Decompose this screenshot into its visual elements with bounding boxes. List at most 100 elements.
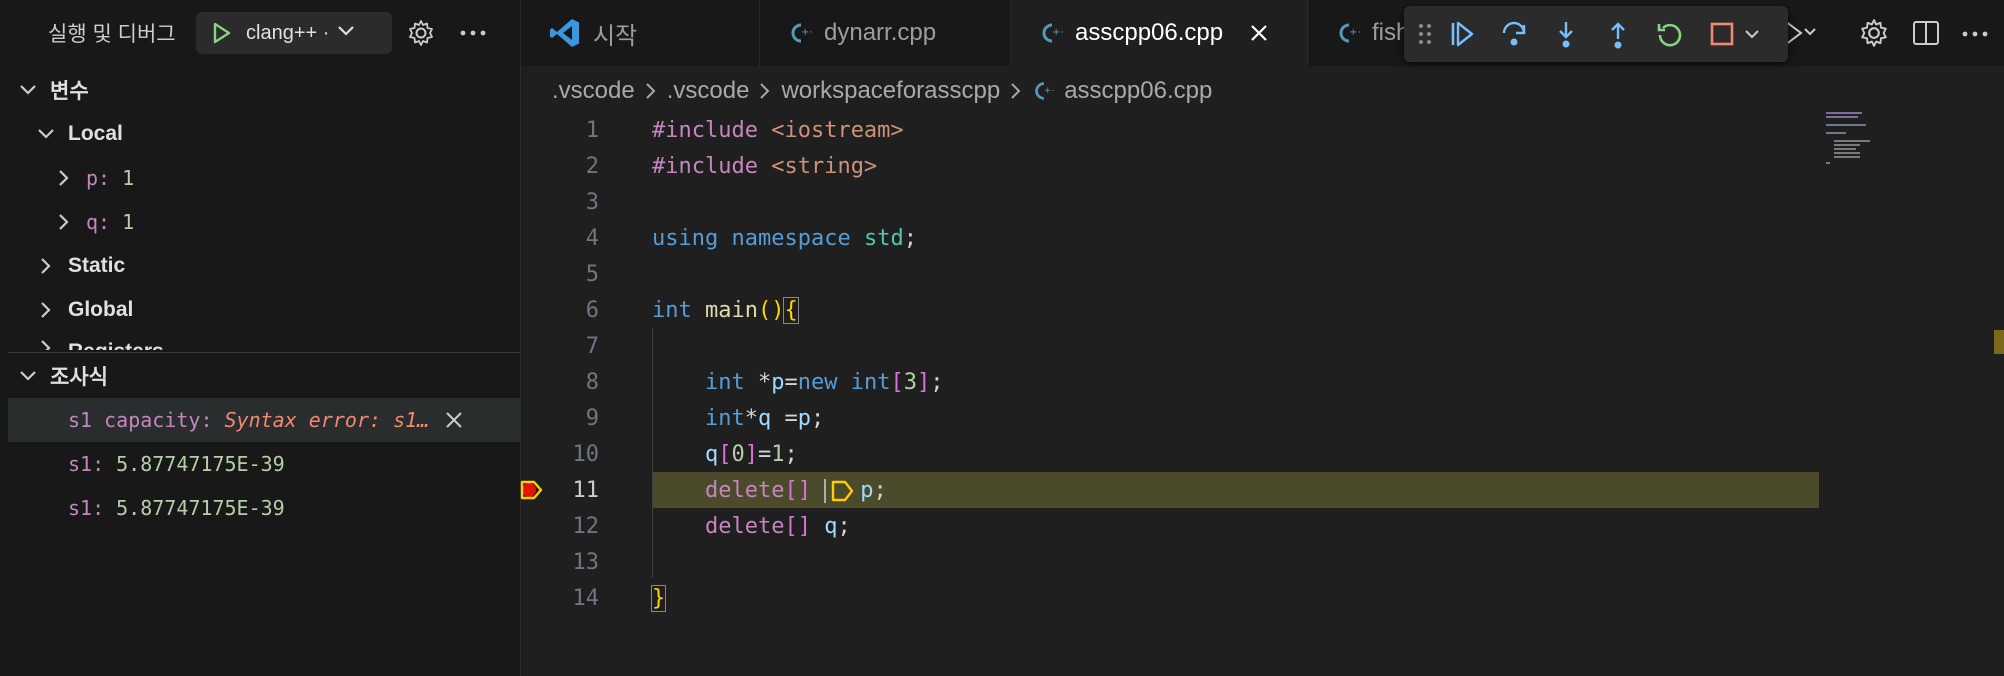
watch-item[interactable]: s1 capacity: Syntax error: s1… (8, 398, 520, 442)
breadcrumb-item[interactable]: .vscode (552, 77, 635, 105)
token-number: 3 (903, 369, 917, 395)
scope-static-label: Static (68, 254, 126, 277)
token-bracket: ] (916, 369, 931, 395)
watch-item[interactable]: s1: 5.87747175E-39 (8, 442, 520, 486)
variable-row[interactable]: q: 1 (8, 200, 520, 244)
chevron-down-icon (337, 24, 355, 42)
code-line[interactable]: 10 q[0]=1; (521, 436, 1821, 472)
token-string: <string> (771, 153, 878, 179)
watch-value: 5.87747175E-39 (116, 496, 285, 520)
code-editor[interactable]: 1 #include <iostream> 2 #include <string… (520, 110, 2004, 676)
run-config-label: clang++ · (246, 21, 330, 44)
token-bracket: [] (784, 513, 811, 539)
more-actions-icon[interactable] (458, 18, 488, 48)
start-debugging-icon[interactable] (208, 19, 236, 47)
chevron-right-icon (54, 168, 74, 188)
code-line[interactable]: 5 (521, 256, 1821, 292)
scope-global-label: Global (68, 298, 134, 321)
watch-header[interactable]: 조사식 (8, 354, 520, 398)
variable-row[interactable]: p: 1 (8, 156, 520, 200)
scope-global[interactable]: Global (8, 288, 520, 332)
watch-expression: s1: (68, 452, 105, 476)
gear-icon[interactable] (1859, 18, 1889, 48)
token-operator: = (757, 441, 772, 467)
watch-item[interactable]: s1: 5.87747175E-39 (8, 486, 520, 530)
code-line[interactable]: 14 } (521, 580, 1821, 616)
close-icon[interactable] (445, 411, 463, 429)
watch-expression: s1 capacity: (68, 408, 213, 432)
token-variable: p (860, 477, 874, 503)
token-punct: * (744, 405, 758, 431)
breadcrumb-item[interactable]: .vscode (667, 77, 750, 105)
token-punct: ; (784, 441, 798, 467)
chevron-right-icon (759, 81, 771, 101)
code-line[interactable]: 9 int*q =p; (521, 400, 1821, 436)
code-line[interactable]: 2 #include <string> (521, 148, 1821, 184)
breadcrumb-item[interactable]: asscpp06.cpp (1064, 77, 1212, 105)
stop-icon[interactable] (1702, 14, 1742, 54)
restart-icon[interactable] (1650, 14, 1690, 54)
code-line[interactable]: 12 delete[] q; (521, 508, 1821, 544)
scope-registers[interactable]: Registers (8, 332, 520, 350)
code-line[interactable]: 3 (521, 184, 1821, 220)
scope-local-label: Local (68, 122, 123, 145)
cpp-file-icon: ++ (788, 21, 812, 45)
tab-asscpp06[interactable]: ++ asscpp06.cpp (1011, 0, 1308, 66)
token-function: main (705, 297, 758, 323)
token-number: 0 (731, 441, 745, 467)
watch-header-label: 조사식 (50, 366, 108, 389)
code-line[interactable]: 8 int *p=new int[3]; (521, 364, 1821, 400)
token-punct: ; (810, 405, 825, 431)
chevron-down-icon[interactable] (1744, 29, 1760, 39)
scope-static[interactable]: Static (8, 244, 520, 288)
line-number: 2 (585, 153, 599, 179)
variable-value: 1 (122, 166, 135, 190)
tab-label: 시작 (593, 22, 638, 50)
chevron-right-icon (1010, 81, 1022, 101)
step-out-icon[interactable] (1598, 14, 1638, 54)
code-line[interactable]: 7 (521, 328, 1821, 364)
cpp-file-icon: ++ (1336, 21, 1360, 45)
watch-error: Syntax error: s1… (224, 408, 430, 432)
token-keyword: delete (704, 513, 785, 539)
chevron-down-icon (18, 366, 38, 386)
step-over-icon[interactable] (1494, 14, 1534, 54)
scope-local[interactable]: Local (8, 112, 520, 156)
minimap[interactable] (1826, 110, 1886, 170)
step-into-icon[interactable] (1546, 14, 1586, 54)
line-number: 5 (585, 261, 599, 287)
code-line[interactable]: 6 int main(){ (521, 292, 1821, 328)
token-operator: = (771, 405, 798, 431)
close-icon[interactable] (1249, 23, 1269, 43)
drag-handle-icon[interactable] (1418, 22, 1432, 46)
inline-breakpoint-icon[interactable] (830, 479, 856, 503)
breadcrumb-item[interactable]: workspaceforasscpp (781, 77, 1000, 105)
scrollbar-marker[interactable] (1994, 330, 2004, 354)
gear-icon[interactable] (406, 18, 436, 48)
token-keyword: new (797, 369, 838, 395)
text-cursor (824, 478, 827, 503)
watch-expression: s1: (68, 496, 105, 520)
chevron-right-icon (36, 256, 56, 276)
continue-icon[interactable] (1442, 14, 1482, 54)
token-bracket: [] (784, 477, 811, 503)
token-keyword: namespace (731, 225, 851, 251)
code-line[interactable]: 1 #include <iostream> (521, 112, 1821, 148)
code-line[interactable]: 13 (521, 544, 1821, 580)
variable-value: 1 (122, 210, 135, 234)
tab-dynarr[interactable]: ++ dynarr.cpp (760, 0, 1011, 66)
variable-name: p: (86, 166, 111, 190)
line-number: 1 (585, 117, 599, 143)
run-config-dropdown[interactable]: clang++ · (196, 12, 392, 54)
token-bracket: { (783, 296, 799, 324)
code-line[interactable]: 4 using namespace std; (521, 220, 1821, 256)
token-punct: ; (873, 477, 887, 503)
token-type: int (837, 369, 891, 395)
token-namespace: std (863, 225, 904, 251)
split-editor-icon[interactable] (1911, 18, 1941, 48)
tab-label: dynarr.cpp (824, 19, 937, 46)
tab-start[interactable]: 시작 (521, 0, 760, 66)
code-line-current[interactable]: 11 delete[] p; (521, 472, 1821, 508)
more-actions-icon[interactable] (1961, 30, 1989, 38)
variables-header[interactable]: 변수 (8, 68, 520, 112)
